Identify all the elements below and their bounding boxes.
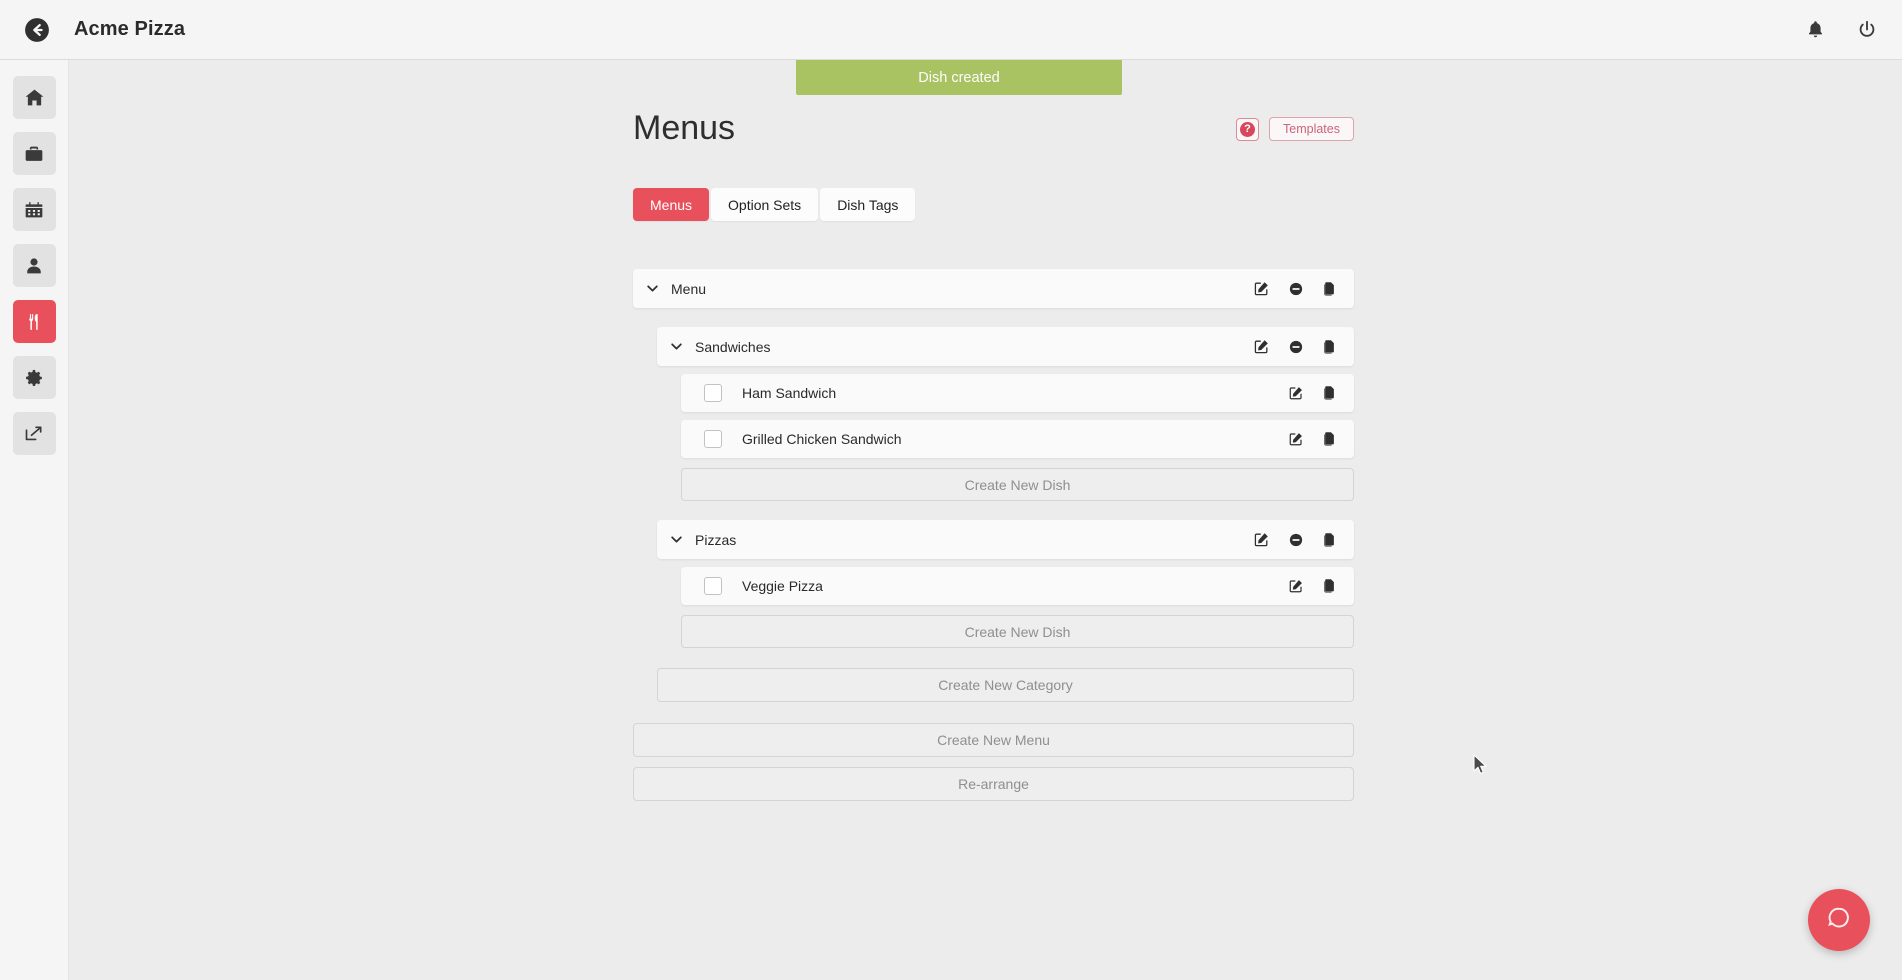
edit-icon[interactable] <box>1288 578 1304 594</box>
dish-row-label: Ham Sandwich <box>742 385 837 401</box>
person-icon <box>24 256 44 276</box>
app-title: Acme Pizza <box>74 18 186 40</box>
duplicate-icon[interactable] <box>1322 431 1338 447</box>
tab-dish-tags[interactable]: Dish Tags <box>820 188 916 221</box>
duplicate-icon[interactable] <box>1322 281 1338 297</box>
chevron-down-icon[interactable] <box>657 340 695 353</box>
chevron-down-icon[interactable] <box>657 533 695 546</box>
home-icon <box>24 87 45 108</box>
dish-checkbox[interactable] <box>704 577 722 595</box>
edit-icon[interactable] <box>1253 280 1270 297</box>
toast-message: Dish created <box>918 69 1000 86</box>
dish-row[interactable]: Veggie Pizza <box>681 567 1354 605</box>
sidebar-item-home[interactable] <box>12 76 56 119</box>
duplicate-icon[interactable] <box>1322 578 1338 594</box>
dish-row[interactable]: Grilled Chicken Sandwich <box>681 420 1354 458</box>
support-chat-button[interactable] <box>1808 889 1870 951</box>
duplicate-icon[interactable] <box>1322 532 1338 548</box>
power-icon[interactable] <box>1854 17 1880 43</box>
sidebar-item-menus[interactable] <box>12 300 56 343</box>
page-header-actions: ? Templates <box>1236 106 1354 141</box>
help-icon[interactable]: ? <box>1236 117 1260 141</box>
sidebar-item-settings[interactable] <box>12 356 56 399</box>
category-row-label: Pizzas <box>695 531 737 548</box>
category-row[interactable]: Sandwiches <box>657 327 1354 366</box>
create-new-menu-button[interactable]: Create New Menu <box>633 723 1354 757</box>
category-row-actions <box>1253 531 1354 548</box>
utensils-icon <box>24 312 44 332</box>
duplicate-icon[interactable] <box>1322 339 1338 355</box>
edit-icon[interactable] <box>1288 431 1304 447</box>
dish-row[interactable]: Ham Sandwich <box>681 374 1354 412</box>
templates-button[interactable]: Templates <box>1269 117 1354 141</box>
duplicate-icon[interactable] <box>1322 385 1338 401</box>
main-content: Dish created Menus ? Templates Menus Opt… <box>69 60 1902 980</box>
sidebar-item-open-site[interactable] <box>12 412 56 455</box>
category-row-actions <box>1253 338 1354 355</box>
tab-option-sets[interactable]: Option Sets <box>711 188 819 221</box>
menus-panel: Menus ? Templates Menus Option Sets Dish… <box>633 106 1354 801</box>
back-arrow-circle-icon[interactable] <box>22 15 52 45</box>
edit-icon[interactable] <box>1253 531 1270 548</box>
dish-checkbox[interactable] <box>704 384 722 402</box>
create-new-category-button[interactable]: Create New Category <box>657 668 1354 702</box>
dish-checkbox[interactable] <box>704 430 722 448</box>
sidebar-item-bookings[interactable] <box>12 188 56 231</box>
calendar-icon <box>24 200 44 220</box>
dish-row-label: Grilled Chicken Sandwich <box>742 431 902 447</box>
page-header: Menus ? Templates <box>633 106 1354 168</box>
sidebar-item-customers[interactable] <box>12 244 56 287</box>
rearrange-button[interactable]: Re-arrange <box>633 767 1354 801</box>
remove-icon[interactable] <box>1288 281 1304 297</box>
edit-icon[interactable] <box>1253 338 1270 355</box>
create-new-dish-button[interactable]: Create New Dish <box>681 468 1354 501</box>
create-new-dish-button[interactable]: Create New Dish <box>681 615 1354 648</box>
menu-row[interactable]: Menu <box>633 269 1354 308</box>
dish-row-label: Veggie Pizza <box>742 578 823 594</box>
page-title: Menus <box>633 109 736 147</box>
dish-row-actions <box>1288 431 1354 447</box>
toast-notification: Dish created <box>796 60 1122 95</box>
dish-row-actions <box>1288 385 1354 401</box>
top-bar: Acme Pizza <box>0 0 1902 60</box>
menu-row-label: Menu <box>671 280 707 297</box>
help-question-mark: ? <box>1240 121 1256 137</box>
menu-row-actions <box>1253 280 1354 297</box>
sidebar-item-orders[interactable] <box>12 132 56 175</box>
chat-bubble-icon <box>1824 903 1854 938</box>
gear-icon <box>24 368 44 388</box>
bell-icon[interactable] <box>1802 17 1828 43</box>
mouse-cursor <box>1473 754 1487 774</box>
dish-row-actions <box>1288 578 1354 594</box>
chevron-down-icon[interactable] <box>633 282 671 295</box>
category-row-label: Sandwiches <box>695 338 771 355</box>
edit-icon[interactable] <box>1288 385 1304 401</box>
tab-bar: Menus Option Sets Dish Tags <box>633 188 1354 221</box>
sidebar <box>0 60 69 980</box>
briefcase-icon <box>24 144 44 164</box>
external-link-icon <box>24 424 44 444</box>
category-row[interactable]: Pizzas <box>657 520 1354 559</box>
menu-tree: Menu Sandwiches Ham Sandwich Grilled Chi… <box>633 269 1354 801</box>
tab-menus[interactable]: Menus <box>633 188 710 221</box>
top-bar-actions <box>1802 17 1880 43</box>
remove-icon[interactable] <box>1288 532 1304 548</box>
remove-icon[interactable] <box>1288 339 1304 355</box>
